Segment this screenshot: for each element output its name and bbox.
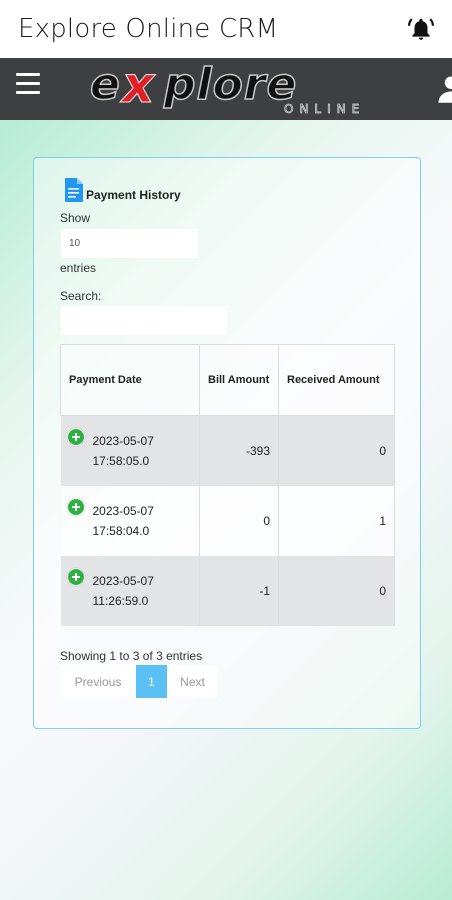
svg-text:ONLINE: ONLINE xyxy=(284,102,365,116)
app-bar: Explore Online CRM xyxy=(0,0,452,58)
payment-time: 17:58:05.0 xyxy=(92,454,150,468)
entries-select[interactable]: 10 xyxy=(61,229,198,258)
table-row[interactable]: 2023-05-07 17:58:04.0 0 1 xyxy=(60,486,395,556)
received-amount: 0 xyxy=(278,556,395,626)
bill-amount: -393 xyxy=(199,415,279,486)
menu-icon[interactable] xyxy=(16,73,40,95)
payment-table: Payment Date Bill Amount Received Amount… xyxy=(60,344,395,626)
header-received-amount[interactable]: Received Amount xyxy=(278,344,395,416)
payment-time: 17:58:04.0 xyxy=(92,524,150,538)
user-icon[interactable] xyxy=(436,74,452,104)
explore-online-logo: e x plore ONLINE xyxy=(89,62,365,116)
card-title: Payment History xyxy=(86,188,181,202)
payment-time: 11:26:59.0 xyxy=(92,594,149,608)
svg-text:x: x xyxy=(119,62,156,114)
search-input[interactable] xyxy=(61,306,227,335)
expand-row-icon[interactable] xyxy=(66,498,85,516)
payment-date: 2023-05-07 xyxy=(92,574,154,588)
next-button[interactable]: Next xyxy=(167,665,218,698)
page-1-button[interactable]: 1 xyxy=(136,665,167,698)
previous-button[interactable]: Previous xyxy=(60,665,136,698)
entries-label: entries xyxy=(60,261,97,275)
table-row[interactable]: 2023-05-07 11:26:59.0 -1 0 xyxy=(60,556,395,626)
received-amount: 1 xyxy=(278,486,395,556)
received-amount: 0 xyxy=(278,415,395,486)
payment-date: 2023-05-07 xyxy=(92,504,154,518)
bill-amount: 0 xyxy=(199,486,279,556)
payment-date-cell: 2023-05-07 11:26:59.0 xyxy=(60,556,200,626)
svg-text:plore: plore xyxy=(163,62,297,110)
svg-text:e: e xyxy=(90,62,121,110)
card-header: Payment History xyxy=(64,178,181,202)
app-title: Explore Online CRM xyxy=(18,14,279,44)
header-bill-amount[interactable]: Bill Amount xyxy=(199,344,279,416)
bell-icon[interactable] xyxy=(408,16,434,42)
document-icon xyxy=(65,178,83,202)
table-info: Showing 1 to 3 of 3 entries xyxy=(60,649,203,663)
expand-row-icon[interactable] xyxy=(66,428,85,446)
header-payment-date[interactable]: Payment Date xyxy=(60,344,200,416)
table-header-row: Payment Date Bill Amount Received Amount xyxy=(60,344,395,416)
expand-row-icon[interactable] xyxy=(66,568,85,586)
search-label: Search: xyxy=(60,289,102,303)
payment-date-cell: 2023-05-07 17:58:05.0 xyxy=(60,415,200,486)
top-navbar: e x plore ONLINE xyxy=(0,58,452,120)
show-label: Show xyxy=(60,211,91,225)
bill-amount: -1 xyxy=(199,556,279,626)
payment-history-card: Payment History Show 10 entries Search: … xyxy=(33,157,421,729)
table-row[interactable]: 2023-05-07 17:58:05.0 -393 0 xyxy=(60,415,395,486)
payment-date: 2023-05-07 xyxy=(92,434,154,448)
pagination: Previous 1 Next xyxy=(60,665,218,698)
payment-date-cell: 2023-05-07 17:58:04.0 xyxy=(60,486,200,556)
